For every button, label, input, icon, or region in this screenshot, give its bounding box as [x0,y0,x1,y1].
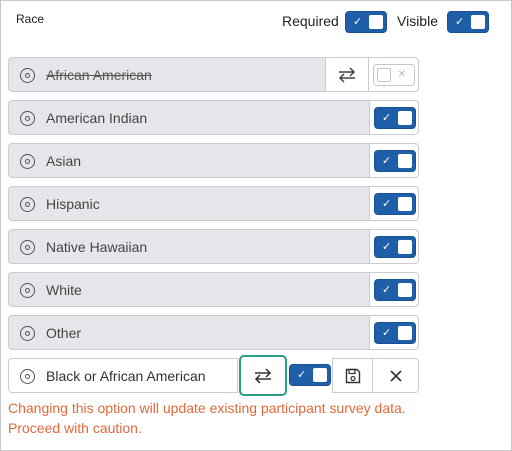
radio-icon [20,197,35,212]
option-item[interactable]: Native Hawaiian [8,229,370,264]
option-enabled-toggle[interactable]: ✓ [289,364,331,386]
option-item[interactable]: African American [8,57,326,92]
option-toggle-cell: ✓ [370,186,419,221]
option-toggle-cell: ✓ [370,229,419,264]
option-toggle-cell: ✓ [370,272,419,307]
toggle-knob [377,68,391,82]
option-enabled-toggle[interactable]: ✓ [374,193,416,215]
swap-button[interactable] [239,355,287,396]
option-enabled-toggle[interactable]: ✓ [374,279,416,301]
radio-icon [20,240,35,255]
option-edit-input[interactable]: Black or African American [8,358,238,393]
swap-arrows-icon [254,367,272,384]
visible-toggle[interactable]: ✓ [447,11,489,33]
check-icon: ✓ [382,198,392,210]
check-icon: ✓ [382,284,392,296]
check-icon: ✓ [382,241,392,253]
x-icon: ✕ [397,69,406,80]
warning-message: Changing this option will update existin… [8,398,478,438]
cancel-button[interactable] [373,358,419,393]
check-icon: ✓ [297,369,307,381]
option-label: African American [46,67,152,83]
warning-line-2: Proceed with caution. [8,420,142,436]
save-button[interactable] [332,358,373,393]
option-item[interactable]: Hispanic [8,186,370,221]
option-toggle-cell: ✓ [370,315,419,350]
option-item[interactable]: Asian [8,143,370,178]
option-label: White [46,282,82,298]
check-icon: ✓ [382,112,392,124]
option-enabled-toggle[interactable]: ✓ [374,236,416,258]
radio-icon [20,369,35,384]
swap-button[interactable] [326,57,369,92]
race-field-panel: Race Required ✓ Visible ✓ African Americ… [0,0,512,451]
radio-icon [20,68,35,83]
swap-arrows-icon [338,66,356,83]
visible-label: Visible [397,13,438,29]
option-enabled-toggle[interactable]: ✓ [374,150,416,172]
check-icon: ✓ [455,16,465,28]
radio-icon [20,154,35,169]
option-edit-value[interactable]: Black or African American [46,368,206,384]
radio-icon [20,283,35,298]
warning-line-1: Changing this option will update existin… [8,400,406,416]
option-enabled-toggle[interactable]: ✕ [373,64,415,86]
close-icon [389,369,402,382]
option-enabled-toggle[interactable]: ✓ [374,322,416,344]
option-label: American Indian [46,110,148,126]
option-toggle-cell: ✕ [369,57,419,92]
option-item[interactable]: Other [8,315,370,350]
option-item[interactable]: American Indian [8,100,370,135]
field-title: Race [16,12,45,26]
check-icon: ✓ [382,155,392,167]
check-icon: ✓ [382,327,392,339]
check-icon: ✓ [353,16,363,28]
radio-icon [20,111,35,126]
required-toggle[interactable]: ✓ [345,11,387,33]
option-toggle-cell: ✓ [370,143,419,178]
required-label: Required [282,13,339,29]
option-label: Asian [46,153,82,169]
toggle-knob [471,15,485,29]
option-label: Hispanic [46,196,100,212]
option-toggle-cell: ✓ [370,100,419,135]
option-label: Other [46,325,82,341]
radio-icon [20,326,35,341]
toggle-knob [369,15,383,29]
option-label: Native Hawaiian [46,239,148,255]
option-item[interactable]: White [8,272,370,307]
save-icon [345,368,360,383]
option-enabled-toggle[interactable]: ✓ [374,107,416,129]
